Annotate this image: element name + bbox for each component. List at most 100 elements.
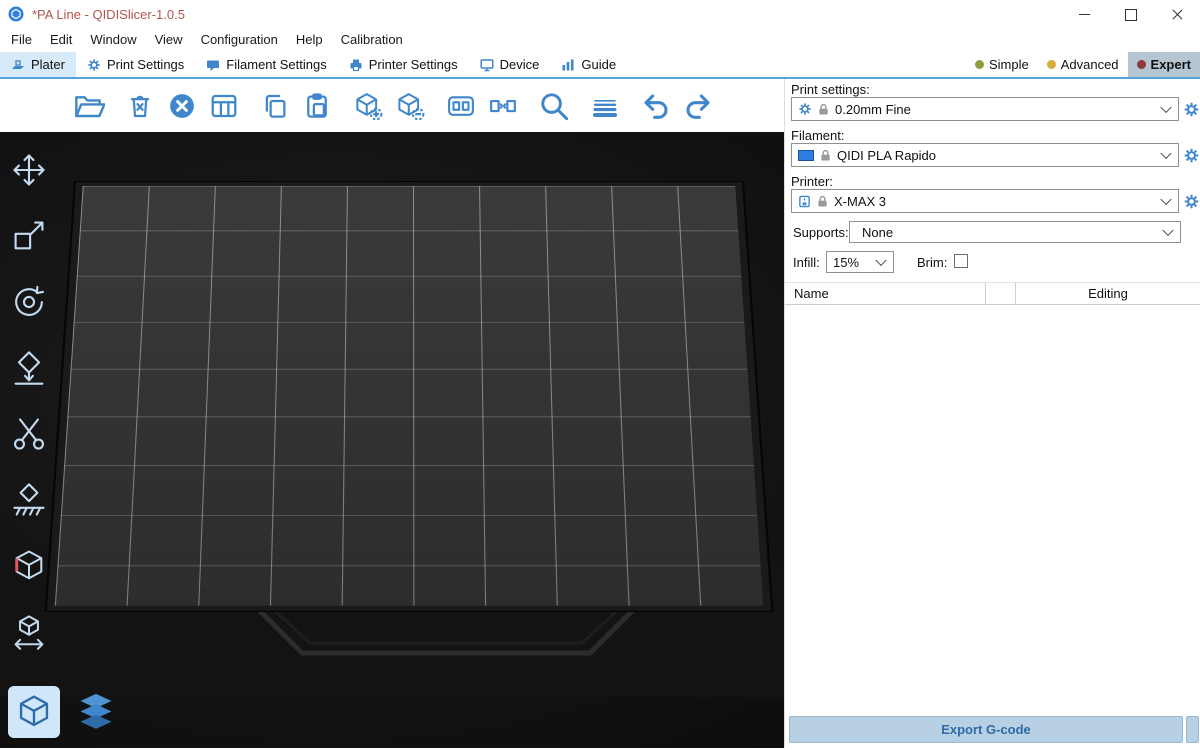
search-button[interactable] (533, 85, 575, 127)
redo-button[interactable] (677, 85, 719, 127)
print-settings-gear-button[interactable] (1182, 100, 1200, 118)
filament-gear-button[interactable] (1182, 146, 1200, 164)
column-editing[interactable]: Editing (1015, 283, 1200, 304)
layers-preview-icon (74, 690, 118, 734)
scale-icon (10, 217, 48, 255)
viewport-3d[interactable] (0, 132, 784, 748)
mode-label: Simple (989, 57, 1029, 72)
printer-gear-button[interactable] (1182, 192, 1200, 210)
trash-delete-icon (125, 91, 155, 121)
arrange-icon (209, 91, 239, 121)
filament-combo[interactable]: QIDI PLA Rapido (791, 143, 1179, 167)
open-project-button[interactable] (68, 85, 110, 127)
printer-icon (798, 195, 811, 208)
paste-button[interactable] (296, 85, 338, 127)
menu-help[interactable]: Help (287, 28, 332, 52)
menu-file[interactable]: File (2, 28, 41, 52)
menu-calibration[interactable]: Calibration (332, 28, 412, 52)
printer-value: X-MAX 3 (834, 194, 886, 209)
close-button[interactable] (1154, 0, 1200, 28)
tab-label: Printer Settings (369, 57, 458, 72)
filament-color-swatch (798, 150, 814, 161)
plater-icon (11, 58, 25, 72)
print-settings-label: Print settings: (791, 82, 870, 97)
tab-print-settings[interactable]: Print Settings (76, 52, 195, 77)
place-on-face-button[interactable] (6, 345, 52, 391)
open-folder-icon (73, 90, 105, 122)
mode-simple[interactable]: Simple (966, 52, 1038, 77)
tab-plater[interactable]: Plater (0, 52, 76, 77)
split-to-objects-button[interactable] (440, 85, 482, 127)
lock-icon (820, 149, 831, 162)
view-3d-editor-button[interactable] (8, 686, 60, 738)
tab-device[interactable]: Device (469, 52, 551, 77)
menu-window[interactable]: Window (81, 28, 145, 52)
lock-icon (818, 103, 829, 116)
mode-advanced[interactable]: Advanced (1038, 52, 1128, 77)
gear-icon (798, 102, 812, 116)
minimize-button[interactable] (1062, 0, 1108, 28)
menu-view[interactable]: View (146, 28, 192, 52)
redo-icon (682, 90, 714, 122)
delete-button[interactable] (119, 85, 161, 127)
copy-button[interactable] (254, 85, 296, 127)
export-gcode-button[interactable]: Export G-code (789, 716, 1183, 743)
filament-settings-icon (206, 58, 220, 72)
tab-filament-settings[interactable]: Filament Settings (195, 52, 337, 77)
object-list-header: Name Editing (785, 282, 1200, 305)
copy-icon (260, 91, 290, 121)
paint-supports-button[interactable] (6, 477, 52, 523)
rotate-button[interactable] (6, 279, 52, 325)
add-instance-icon (353, 91, 383, 121)
mode-expert[interactable]: Expert (1128, 52, 1200, 77)
filament-value: QIDI PLA Rapido (837, 148, 936, 163)
delete-all-button[interactable] (161, 85, 203, 127)
mirror-button[interactable] (6, 609, 52, 655)
undo-button[interactable] (635, 85, 677, 127)
tab-guide[interactable]: Guide (550, 52, 627, 77)
supports-label: Supports: (793, 225, 849, 240)
expert-dot-icon (1137, 60, 1146, 69)
mode-label: Expert (1151, 57, 1191, 72)
cut-button[interactable] (6, 411, 52, 457)
mirror-icon (10, 613, 48, 651)
tabbar: Plater Print Settings Filament Settings … (0, 52, 1200, 79)
app-logo-icon (8, 6, 24, 22)
split-to-parts-button[interactable] (482, 85, 524, 127)
place-on-face-icon (10, 349, 48, 387)
supports-value: None (862, 225, 893, 240)
tab-label: Device (500, 57, 540, 72)
brim-checkbox[interactable] (954, 254, 968, 268)
cube-3d-icon (14, 692, 54, 732)
tab-printer-settings[interactable]: Printer Settings (338, 52, 469, 77)
rotate-icon (10, 283, 48, 321)
add-instance-button[interactable] (347, 85, 389, 127)
measure-button[interactable] (6, 543, 52, 589)
printer-settings-icon (349, 58, 363, 72)
infill-combo[interactable]: 15% (826, 251, 894, 273)
cut-icon (10, 415, 48, 453)
menu-configuration[interactable]: Configuration (192, 28, 287, 52)
object-list[interactable] (785, 305, 1200, 705)
column-extruder[interactable] (985, 283, 1015, 304)
tab-label: Print Settings (107, 57, 184, 72)
print-settings-combo[interactable]: 0.20mm Fine (791, 97, 1179, 121)
variable-layer-height-button[interactable] (584, 85, 626, 127)
supports-combo[interactable]: None (849, 221, 1181, 243)
arrange-button[interactable] (203, 85, 245, 127)
menu-edit[interactable]: Edit (41, 28, 81, 52)
move-button[interactable] (6, 147, 52, 193)
maximize-button[interactable] (1108, 0, 1154, 28)
column-name[interactable]: Name (785, 283, 985, 304)
advanced-dot-icon (1047, 60, 1056, 69)
mode-switcher: Simple Advanced Expert (966, 52, 1200, 77)
remove-instance-button[interactable] (389, 85, 431, 127)
view-toggle (8, 686, 122, 738)
scale-button[interactable] (6, 213, 52, 259)
view-preview-button[interactable] (70, 686, 122, 738)
sidebar: Print settings: 0.20mm Fine F (784, 79, 1200, 748)
export-options-button[interactable] (1186, 716, 1199, 743)
printer-combo[interactable]: X-MAX 3 (791, 189, 1179, 213)
measure-icon (10, 547, 48, 585)
titlebar: *PA Line - QIDISlicer-1.0.5 (0, 0, 1200, 28)
